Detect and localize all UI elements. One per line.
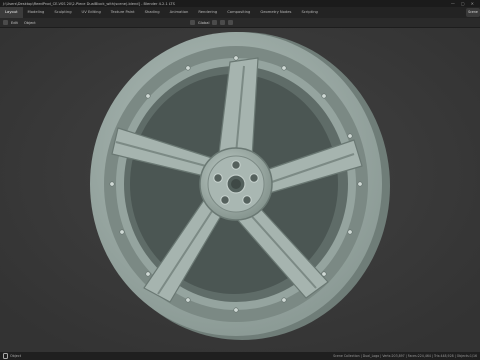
tab-shading[interactable]: Shading <box>140 7 165 18</box>
pivot-icon[interactable] <box>212 20 218 25</box>
tab-modeling[interactable]: Modeling <box>23 7 50 18</box>
status-mode-label: Object <box>10 354 22 358</box>
transform-orientation-dropdown[interactable]: Global <box>198 21 209 25</box>
viewport-header: Edit Object <box>0 18 480 28</box>
transform-tools: Global <box>190 18 234 27</box>
3d-viewport[interactable] <box>0 28 480 352</box>
status-bar: Object Scene Collection | Dual_Logo | Ve… <box>0 352 480 360</box>
status-mode: Object <box>0 353 21 359</box>
menu-object[interactable]: Object <box>21 21 39 25</box>
menu-edit[interactable]: Edit <box>8 21 21 25</box>
scene-statistics: Scene Collection | Dual_Logo | Verts:203… <box>333 354 477 358</box>
magnet-icon[interactable] <box>220 20 226 25</box>
window-title: J:\Users\Desktop\ReedProd_CE-VSS 20\2-Pi… <box>3 1 175 6</box>
orientation-icon[interactable] <box>190 20 195 25</box>
close-button[interactable]: ✕ <box>471 1 474 6</box>
proportional-edit-icon[interactable] <box>228 20 234 25</box>
maximize-button[interactable]: ▢ <box>461 1 465 6</box>
window-controls: — ▢ ✕ <box>451 1 480 6</box>
tab-texture-paint[interactable]: Texture Paint <box>106 7 140 18</box>
tab-rendering[interactable]: Rendering <box>193 7 222 18</box>
tab-sculpting[interactable]: Sculpting <box>49 7 76 18</box>
tab-scripting[interactable]: Scripting <box>296 7 322 18</box>
tab-animation[interactable]: Animation <box>165 7 194 18</box>
tab-layout[interactable]: Layout <box>0 7 23 18</box>
title-bar: J:\Users\Desktop\ReedProd_CE-VSS 20\2-Pi… <box>0 0 480 7</box>
scene-selector[interactable]: Scene <box>466 8 480 17</box>
tab-compositing[interactable]: Compositing <box>222 7 255 18</box>
tab-uv-editing[interactable]: UV Editing <box>77 7 106 18</box>
workspace-tabs-bar: Layout Modeling Sculpting UV Editing Tex… <box>0 7 480 18</box>
mouse-icon <box>3 353 8 359</box>
minimize-button[interactable]: — <box>451 1 455 6</box>
wheel-render <box>0 28 480 352</box>
tab-geometry-nodes[interactable]: Geometry Nodes <box>255 7 296 18</box>
